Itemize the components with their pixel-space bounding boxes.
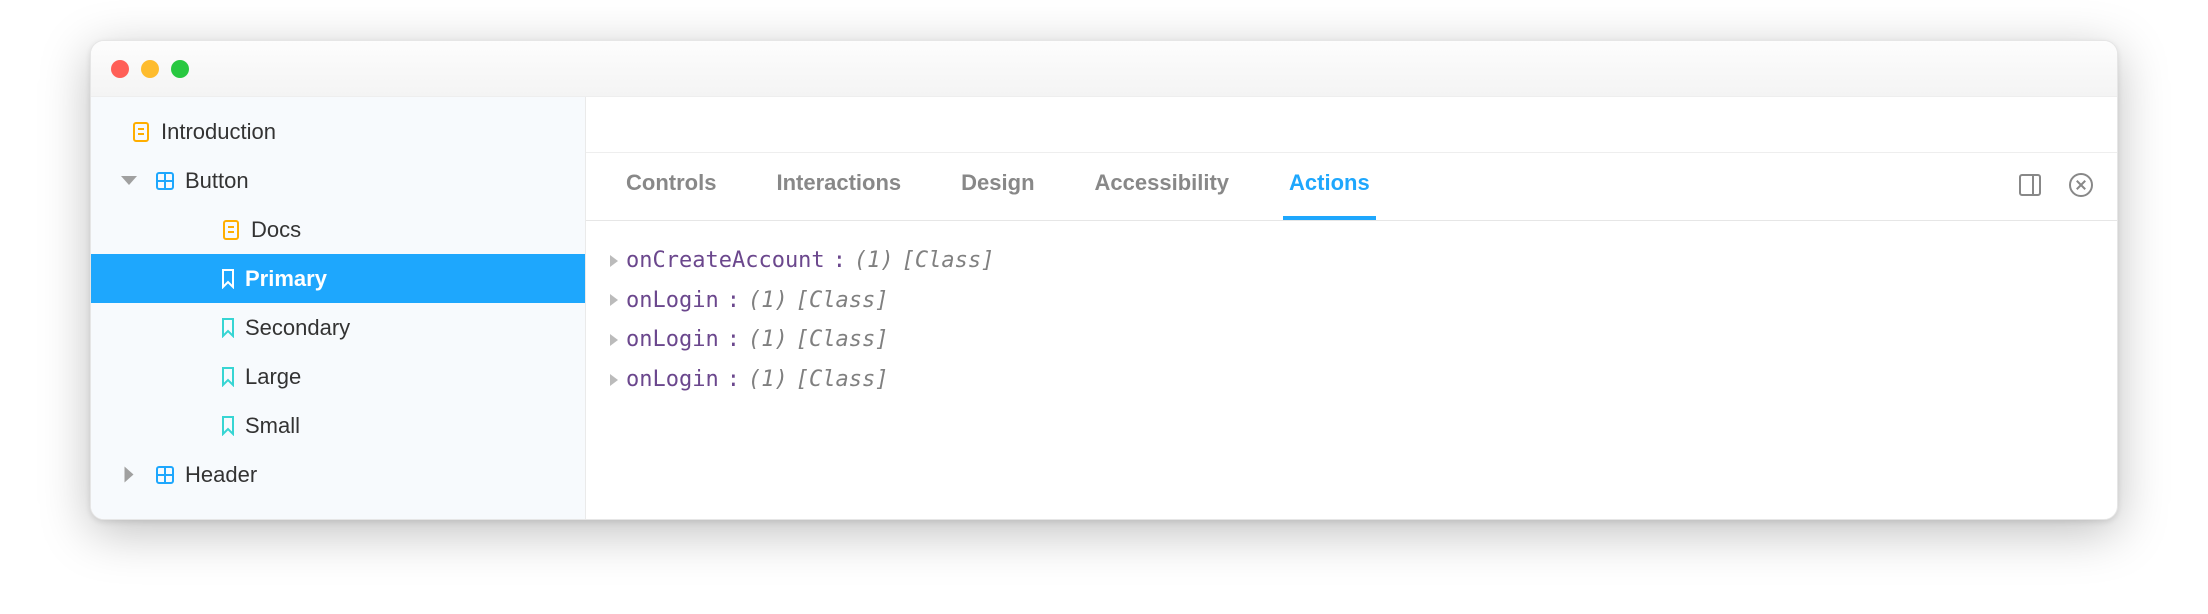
sidebar-item-header[interactable]: Header bbox=[91, 450, 585, 499]
sidebar-item-label: Small bbox=[245, 413, 300, 439]
tab-label: Design bbox=[961, 170, 1034, 195]
log-entry[interactable]: onLogin: (1) [Class] bbox=[610, 360, 2093, 400]
event-detail: [Class] bbox=[796, 281, 889, 321]
event-count: (1) bbox=[748, 281, 788, 321]
sidebar-item-button[interactable]: Button bbox=[91, 156, 585, 205]
event-count: (1) bbox=[748, 320, 788, 360]
event-count: (1) bbox=[854, 241, 894, 281]
sidebar-item-introduction[interactable]: Introduction bbox=[91, 107, 585, 156]
sidebar-item-small[interactable]: Small bbox=[91, 401, 585, 450]
sidebar: Introduction Button Docs Primary bbox=[91, 97, 586, 519]
sidebar-item-label: Button bbox=[185, 168, 249, 194]
event-name: onLogin bbox=[626, 360, 719, 400]
tab-label: Actions bbox=[1289, 170, 1370, 195]
tab-controls[interactable]: Controls bbox=[620, 150, 722, 220]
expand-arrow-icon bbox=[610, 255, 618, 267]
event-detail: [Class] bbox=[796, 320, 889, 360]
sidebar-item-label: Primary bbox=[245, 266, 327, 292]
close-window-button[interactable] bbox=[111, 60, 129, 78]
expand-arrow-icon bbox=[610, 294, 618, 306]
minimize-window-button[interactable] bbox=[141, 60, 159, 78]
event-name: onLogin bbox=[626, 320, 719, 360]
story-icon bbox=[221, 416, 235, 436]
story-icon bbox=[221, 318, 235, 338]
document-icon bbox=[131, 122, 151, 142]
sidebar-item-label: Secondary bbox=[245, 315, 350, 341]
tab-actions[interactable]: Actions bbox=[1283, 150, 1376, 220]
tab-accessibility[interactable]: Accessibility bbox=[1089, 150, 1236, 220]
sidebar-item-primary[interactable]: Primary bbox=[91, 254, 585, 303]
log-entry[interactable]: onLogin: (1) [Class] bbox=[610, 281, 2093, 321]
tab-interactions[interactable]: Interactions bbox=[770, 150, 907, 220]
tabs: Controls Interactions Design Accessibili… bbox=[596, 150, 1376, 219]
app-window: Introduction Button Docs Primary bbox=[90, 40, 2118, 520]
story-icon bbox=[221, 367, 235, 387]
expand-arrow-icon bbox=[610, 374, 618, 386]
tab-design[interactable]: Design bbox=[955, 150, 1040, 220]
maximize-window-button[interactable] bbox=[171, 60, 189, 78]
log-entry[interactable]: onCreateAccount: (1) [Class] bbox=[610, 241, 2093, 281]
expand-arrow-icon bbox=[610, 334, 618, 346]
main-panel: Controls Interactions Design Accessibili… bbox=[586, 97, 2117, 519]
expand-caret-icon bbox=[121, 176, 137, 185]
panel-position-icon[interactable] bbox=[2019, 174, 2041, 196]
sidebar-item-docs[interactable]: Docs bbox=[91, 205, 585, 254]
event-detail: [Class] bbox=[902, 241, 995, 281]
tab-label: Interactions bbox=[776, 170, 901, 195]
event-name: onLogin bbox=[626, 281, 719, 321]
titlebar bbox=[91, 41, 2117, 97]
tab-label: Accessibility bbox=[1095, 170, 1230, 195]
document-icon bbox=[221, 220, 241, 240]
event-detail: [Class] bbox=[796, 360, 889, 400]
tab-label: Controls bbox=[626, 170, 716, 195]
event-name: onCreateAccount bbox=[626, 241, 825, 281]
event-count: (1) bbox=[748, 360, 788, 400]
close-panel-icon[interactable] bbox=[2069, 173, 2093, 197]
collapse-caret-icon bbox=[125, 467, 134, 483]
log-entry[interactable]: onLogin: (1) [Class] bbox=[610, 320, 2093, 360]
component-icon bbox=[155, 465, 175, 485]
sidebar-item-label: Docs bbox=[251, 217, 301, 243]
story-icon bbox=[221, 269, 235, 289]
sidebar-item-secondary[interactable]: Secondary bbox=[91, 303, 585, 352]
sidebar-item-large[interactable]: Large bbox=[91, 352, 585, 401]
sidebar-item-label: Introduction bbox=[161, 119, 276, 145]
addons-toolbar: Controls Interactions Design Accessibili… bbox=[586, 97, 2117, 221]
sidebar-item-label: Header bbox=[185, 462, 257, 488]
actions-log: onCreateAccount: (1) [Class] onLogin: (1… bbox=[586, 221, 2117, 419]
sidebar-item-label: Large bbox=[245, 364, 301, 390]
component-icon bbox=[155, 171, 175, 191]
